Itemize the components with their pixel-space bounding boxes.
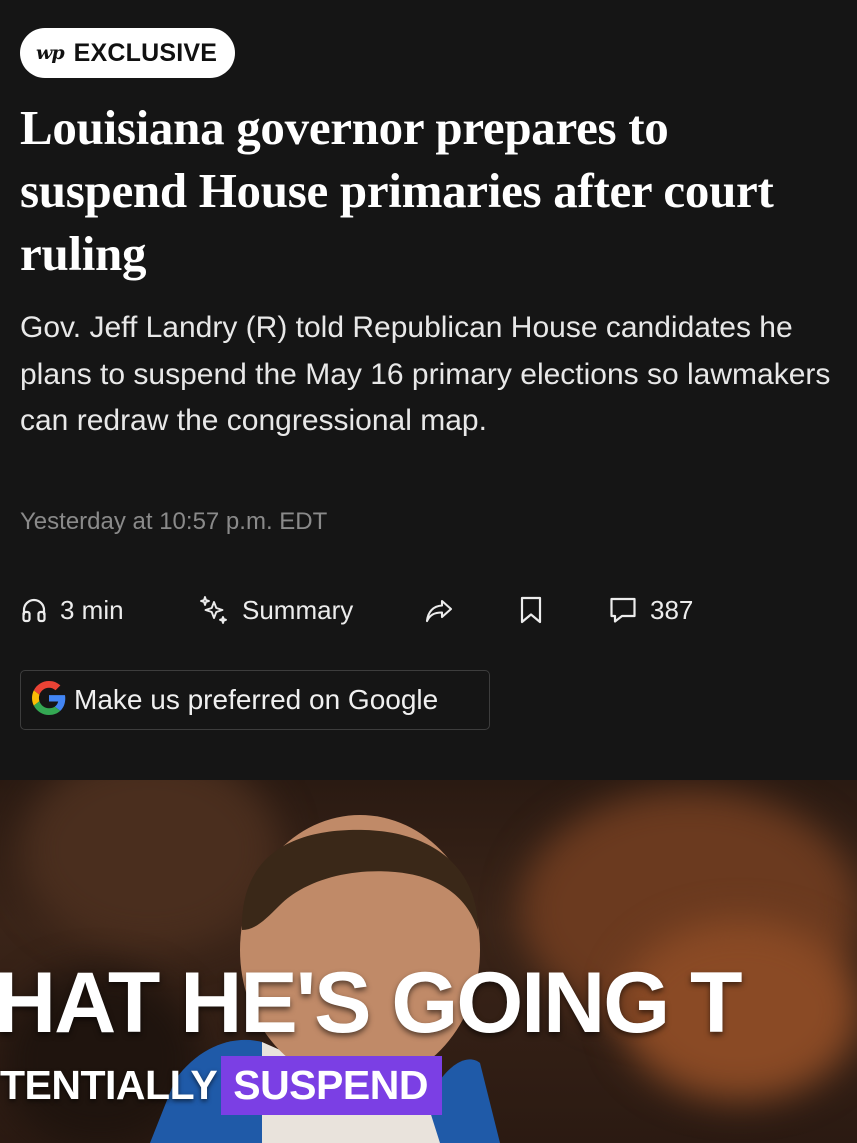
listen-button[interactable]: 3 min xyxy=(20,588,124,632)
headphones-icon xyxy=(20,596,48,624)
exclusive-badge: wp EXCLUSIVE xyxy=(20,28,236,78)
comments-button[interactable]: 387 xyxy=(608,588,693,632)
comment-icon xyxy=(608,595,638,625)
preferred-label: Make us preferred on Google xyxy=(74,684,439,715)
article-headline[interactable]: Louisiana governor prepares to suspend H… xyxy=(20,96,820,285)
share-button[interactable] xyxy=(423,588,455,632)
share-arrow-icon xyxy=(423,594,455,626)
video-caption-main: HAT HE'S GOING T xyxy=(0,955,743,1051)
wp-logo: wp xyxy=(36,42,65,64)
article-header: wp EXCLUSIVE Louisiana governor prepares… xyxy=(0,0,857,780)
summary-button[interactable]: Summary xyxy=(198,588,353,632)
exclusive-label: EXCLUSIVE xyxy=(73,38,218,67)
google-g-icon xyxy=(32,680,66,720)
bookmark-icon xyxy=(518,595,544,625)
video-caption-plain: TENTIALLY xyxy=(0,1061,218,1108)
article-timestamp: Yesterday at 10:57 p.m. EDT xyxy=(20,508,328,535)
article-dek: Gov. Jeff Landry (R) told Republican Hou… xyxy=(20,311,831,437)
preferred-on-google-button[interactable]: Make us preferred on Google xyxy=(20,670,490,730)
video-player[interactable]: HAT HE'S GOING T TENTIALLY SUSPEND xyxy=(0,780,857,1143)
comment-count: 387 xyxy=(650,594,694,625)
listen-duration: 3 min xyxy=(60,594,124,625)
sparkle-icon xyxy=(198,594,230,626)
video-caption-sub: TENTIALLY SUSPEND xyxy=(0,1055,442,1115)
article-action-bar: 3 min Summary 387 xyxy=(20,588,820,632)
summary-label: Summary xyxy=(242,594,354,625)
bookmark-button[interactable] xyxy=(518,588,544,632)
video-caption-highlight: SUSPEND xyxy=(221,1055,442,1115)
